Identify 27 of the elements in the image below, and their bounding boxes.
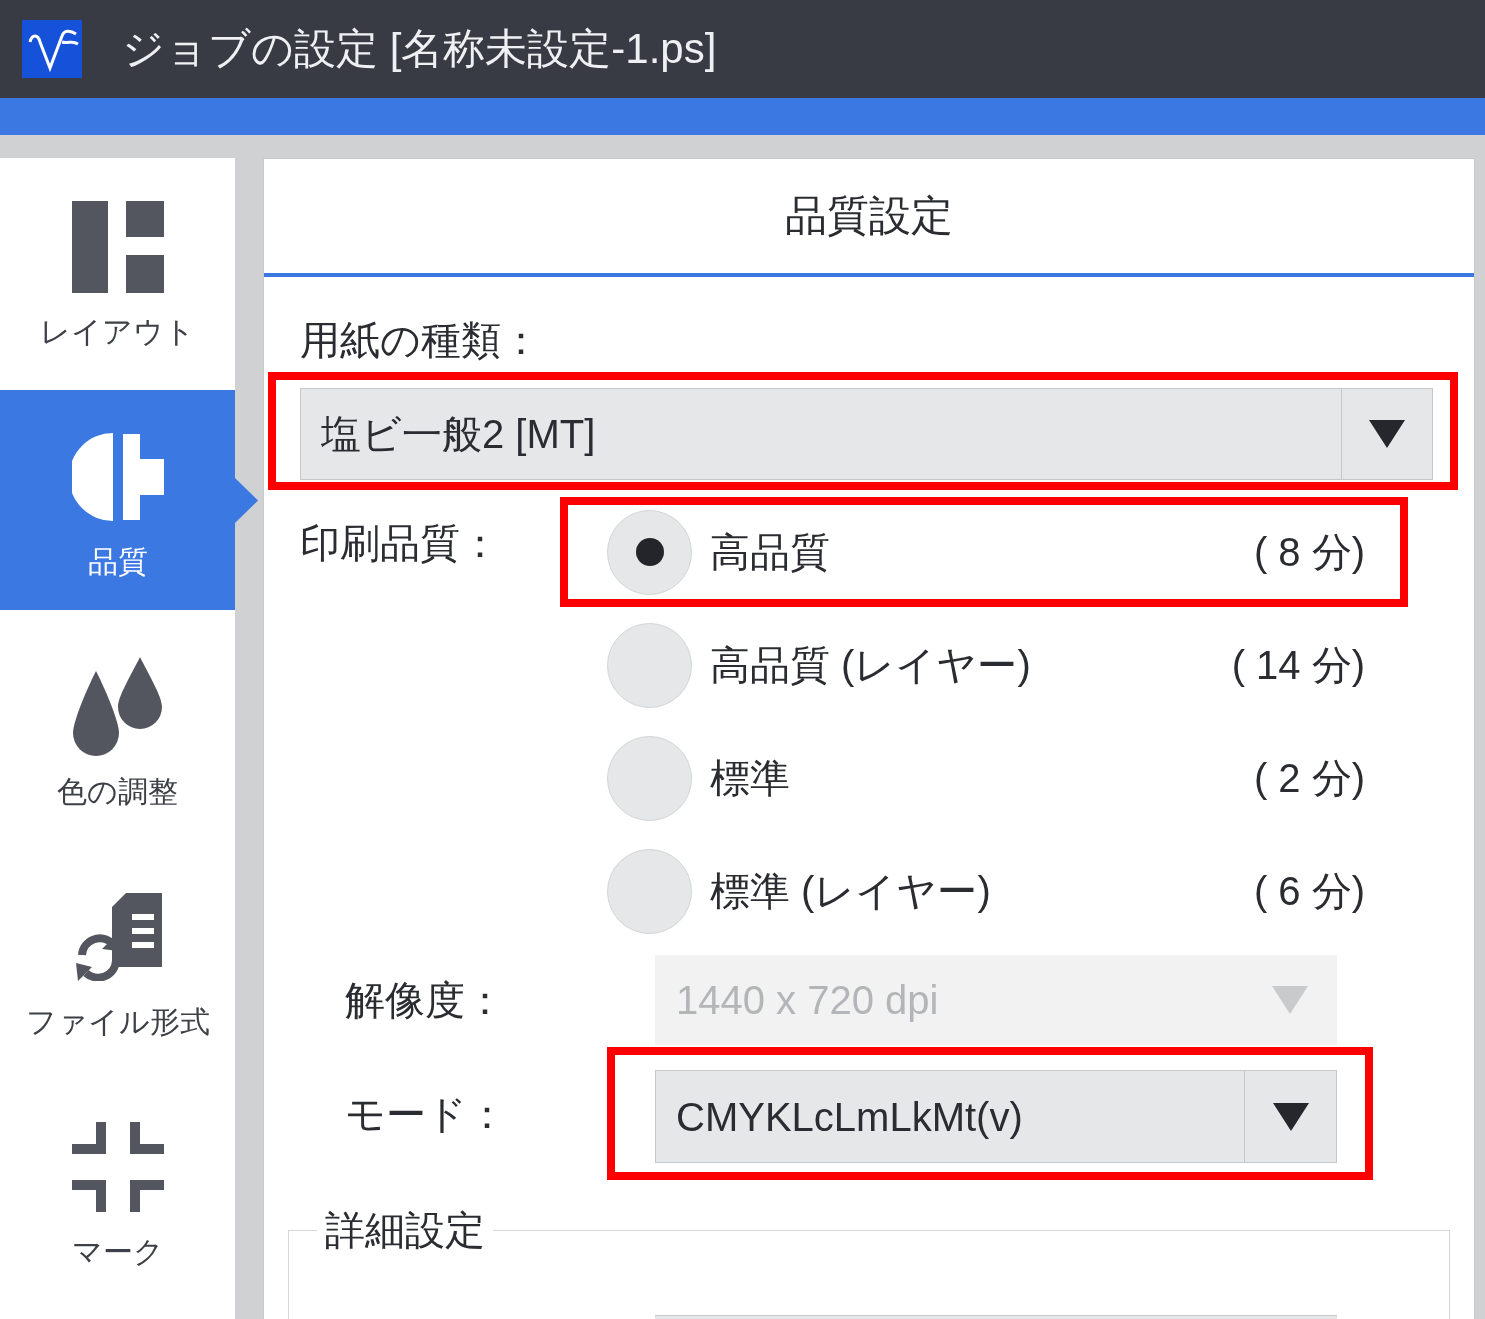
duration-text: ( 8 分): [1253, 529, 1365, 575]
ink-drops-icon: [71, 657, 164, 757]
radio-label[interactable]: 標準 (レイヤー): [710, 868, 991, 914]
field-label: 用紙の種類：: [300, 318, 541, 362]
panel-title: 品質設定: [785, 191, 953, 241]
duration-text: ( 2 分): [1253, 755, 1365, 801]
caret-icon: [1272, 1102, 1309, 1131]
paper-type-dropdown[interactable]: 塩ビ一般2 [MT]: [300, 388, 1433, 480]
crop-marks-icon: [71, 1122, 164, 1212]
radio-label[interactable]: 高品質 (レイヤー): [710, 642, 1031, 688]
caret-icon: [1369, 420, 1405, 448]
dropdown-field[interactable]: [655, 1315, 1337, 1319]
half-circle-icon: [71, 431, 164, 523]
field-label: 印刷品質：: [300, 521, 500, 565]
mode-dropdown[interactable]: CMYKLcLmLkMt(v): [655, 1070, 1337, 1163]
duration-text: ( 6 分): [1253, 868, 1365, 914]
layout-grid-icon: [71, 201, 164, 293]
pointer-icon: [235, 478, 258, 523]
logo-icon: [22, 20, 82, 78]
field-label: モード：: [345, 1091, 507, 1136]
window-title: ジョブの設定 [名称未設定-1.ps]: [122, 24, 717, 74]
caret-icon: [1272, 986, 1308, 1014]
field-label: 解像度：: [345, 978, 505, 1022]
radio-label[interactable]: 高品質: [710, 529, 830, 575]
duration-text: ( 14 分): [1231, 642, 1365, 688]
group-title: 詳細設定: [324, 1207, 486, 1253]
radio-label[interactable]: 標準: [710, 755, 790, 801]
